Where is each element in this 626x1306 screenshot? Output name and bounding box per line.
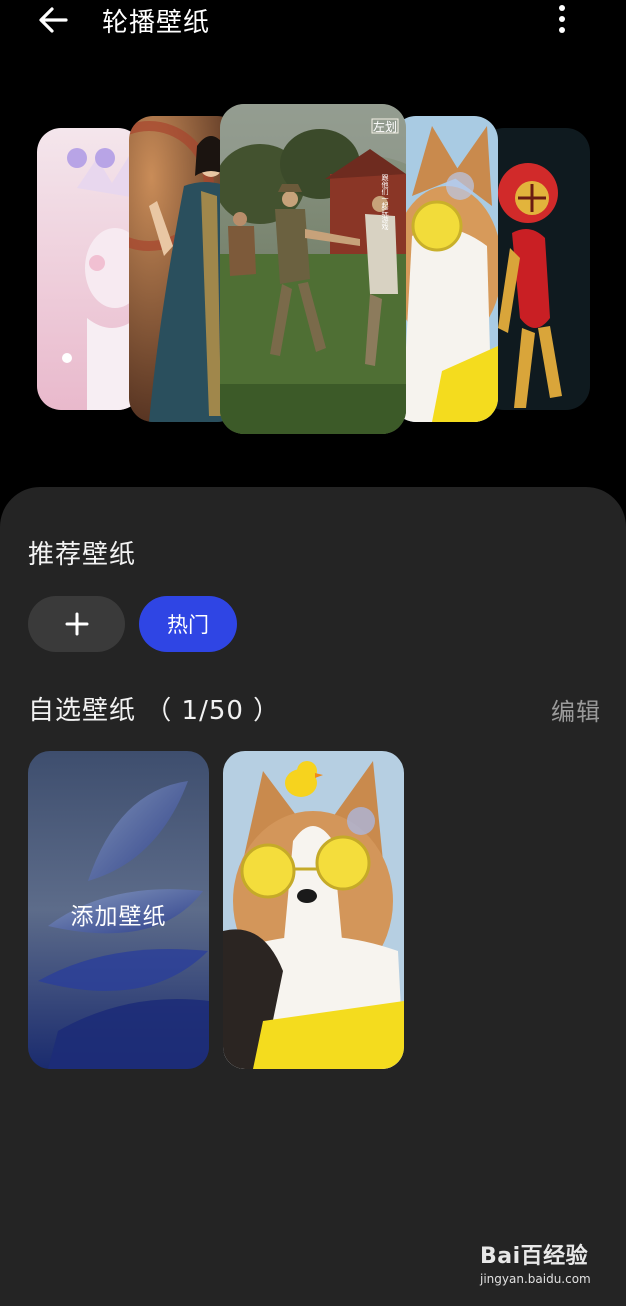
page-title: 轮播壁纸 xyxy=(102,8,211,38)
custom-wallpaper-title: 自选壁纸 （ 1/50 ） xyxy=(28,696,281,726)
arrow-left-icon xyxy=(39,7,68,33)
hot-category-chip[interactable]: 热门 xyxy=(139,596,237,652)
add-wallpaper-label: 添加壁纸 xyxy=(70,904,167,930)
add-wallpaper-tile[interactable]: 添加壁纸 xyxy=(28,751,209,1069)
plus-icon xyxy=(65,612,88,636)
wallpaper-carousel[interactable]: 左划 跟他们一起玩游戏 xyxy=(0,90,626,470)
more-vertical-icon xyxy=(559,5,565,33)
more-options-button[interactable] xyxy=(548,0,576,40)
painting-overlay-title: 左划 xyxy=(373,119,397,134)
wallpaper-sheet: 推荐壁纸 热门 自选壁纸 （ 1/50 ） 编辑 添加壁纸 xyxy=(0,487,626,1306)
painting-overlay-sub: 跟他们一起玩游戏 xyxy=(381,174,389,231)
add-category-button[interactable] xyxy=(28,596,125,652)
recommended-title: 推荐壁纸 xyxy=(28,540,137,570)
watermark-url: jingyan.baidu.com xyxy=(480,1272,591,1286)
back-button[interactable] xyxy=(36,2,76,38)
carousel-card-pink-toy[interactable] xyxy=(37,128,142,410)
watermark-logo: Bai百经验 xyxy=(480,1244,589,1269)
corgi-wallpaper-tile[interactable] xyxy=(223,751,404,1069)
carousel-card-corgi[interactable] xyxy=(392,116,498,422)
top-bar: 轮播壁纸 xyxy=(0,0,626,48)
baidu-jingyan-watermark: Bai百经验 jingyan.baidu.com xyxy=(480,1238,600,1294)
carousel-card-painting[interactable]: 左划 跟他们一起玩游戏 xyxy=(220,104,406,434)
edit-button[interactable]: 编辑 xyxy=(551,692,601,727)
